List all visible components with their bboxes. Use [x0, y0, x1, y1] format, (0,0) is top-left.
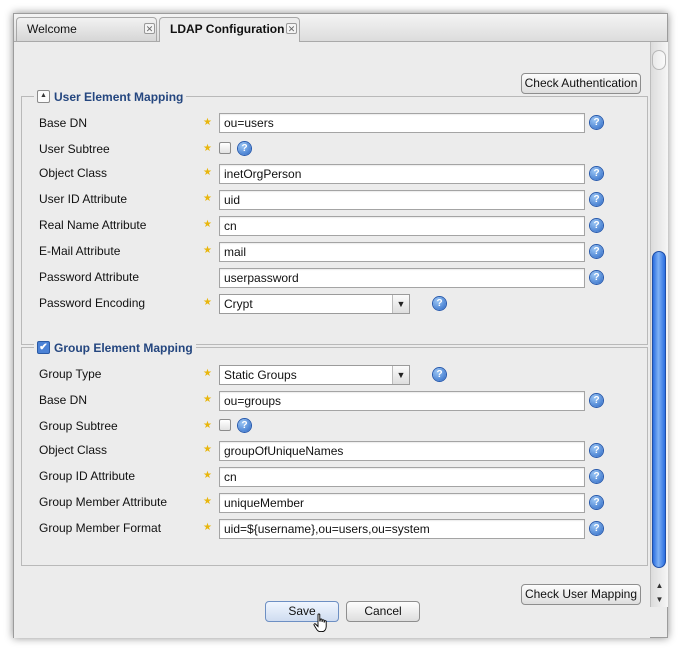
star-icon: ★: [203, 193, 212, 204]
group-base-dn-input[interactable]: ou=groups: [219, 391, 585, 411]
group-id-attribute-label: Group ID Attribute: [39, 469, 136, 483]
real-name-attribute-input[interactable]: cn: [219, 216, 585, 236]
help-icon[interactable]: ?: [433, 368, 446, 381]
star-icon: ★: [203, 245, 212, 256]
group-section-header: ✔ Group Element Mapping: [34, 340, 196, 356]
user-id-attribute-label: User ID Attribute: [39, 192, 128, 206]
tab-welcome-label: Welcome: [27, 22, 77, 36]
vertical-scrollbar[interactable]: ▲ ▼: [650, 42, 668, 607]
check-authentication-button[interactable]: Check Authentication: [521, 73, 641, 94]
help-icon[interactable]: ?: [590, 496, 603, 509]
group-type-value: Static Groups: [224, 368, 297, 382]
star-icon: ★: [203, 297, 212, 308]
base-dn-label: Base DN: [39, 116, 88, 130]
star-icon: ★: [203, 420, 212, 431]
scroll-up-arrow-icon[interactable]: ▲: [651, 579, 668, 592]
help-icon[interactable]: ?: [590, 116, 603, 129]
star-icon: ★: [203, 167, 212, 178]
tab-ldap-configuration-label: LDAP Configuration: [170, 22, 285, 36]
group-base-dn-label: Base DN: [39, 393, 88, 407]
user-object-class-input[interactable]: inetOrgPerson: [219, 164, 585, 184]
star-icon: ★: [203, 444, 212, 455]
star-icon: ★: [203, 470, 212, 481]
user-id-attribute-input[interactable]: uid: [219, 190, 585, 210]
group-member-format-input[interactable]: uid=${username},ou=users,ou=system: [219, 519, 585, 539]
help-icon[interactable]: ?: [590, 271, 603, 284]
group-subtree-label: Group Subtree: [39, 419, 118, 433]
group-member-attribute-label: Group Member Attribute: [39, 495, 168, 509]
real-name-attribute-label: Real Name Attribute: [39, 218, 147, 232]
group-object-class-input[interactable]: groupOfUniqueNames: [219, 441, 585, 461]
hand-cursor-icon: [313, 613, 327, 633]
help-icon[interactable]: ?: [590, 245, 603, 258]
group-member-attribute-input[interactable]: uniqueMember: [219, 493, 585, 513]
group-object-class-label: Object Class: [39, 443, 108, 457]
password-attribute-input[interactable]: userpassword: [219, 268, 585, 288]
group-element-mapping-section: ✔ Group Element Mapping Group Type ★ Stat…: [21, 340, 648, 566]
password-encoding-value: Crypt: [224, 297, 253, 311]
scroll-down-arrow-icon[interactable]: ▼: [651, 593, 668, 606]
scrollbar-top-cap: [652, 50, 666, 70]
close-icon[interactable]: ✕: [144, 23, 155, 34]
group-section-title: Group Element Mapping: [54, 341, 193, 355]
password-encoding-label: Password Encoding: [39, 296, 146, 310]
star-icon: ★: [203, 219, 212, 230]
help-icon[interactable]: ?: [590, 219, 603, 232]
help-icon[interactable]: ?: [590, 470, 603, 483]
chevron-down-icon[interactable]: ▼: [392, 295, 409, 313]
user-subtree-checkbox[interactable]: [219, 142, 231, 154]
group-type-label: Group Type: [39, 367, 102, 381]
star-icon: ★: [203, 368, 212, 379]
chevron-down-icon[interactable]: ▼: [392, 366, 409, 384]
help-icon[interactable]: ?: [590, 522, 603, 535]
user-section-title: User Element Mapping: [54, 90, 184, 104]
cancel-button[interactable]: Cancel: [346, 601, 420, 622]
user-base-dn-input[interactable]: ou=users: [219, 113, 585, 133]
star-icon: ★: [203, 496, 212, 507]
config-panel: Check Authentication ▲ User Element Mappi…: [14, 42, 650, 638]
group-member-format-label: Group Member Format: [39, 521, 162, 535]
user-subtree-label: User Subtree: [39, 142, 110, 156]
group-mapping-enabled-checkbox[interactable]: ✔: [37, 341, 50, 355]
collapse-up-icon[interactable]: ▲: [37, 90, 50, 104]
star-icon: ★: [203, 522, 212, 533]
star-icon: ★: [203, 143, 212, 154]
user-element-mapping-section: ▲ User Element Mapping Base DN ★ ou=users…: [21, 89, 648, 345]
help-icon[interactable]: ?: [590, 444, 603, 457]
help-icon[interactable]: ?: [590, 394, 603, 407]
email-attribute-label: E-Mail Attribute: [39, 244, 121, 258]
help-icon[interactable]: ?: [590, 167, 603, 180]
close-icon[interactable]: ✕: [286, 23, 297, 34]
tab-ldap-configuration[interactable]: LDAP Configuration ✕: [159, 17, 300, 42]
ldap-config-window: Welcome ✕ LDAP Configuration ✕ Check Aut…: [13, 13, 668, 638]
star-icon: ★: [203, 117, 212, 128]
help-icon[interactable]: ?: [590, 193, 603, 206]
tab-bar: Welcome ✕ LDAP Configuration ✕: [14, 14, 667, 42]
help-icon[interactable]: ?: [238, 419, 251, 432]
help-icon[interactable]: ?: [238, 142, 251, 155]
email-attribute-input[interactable]: mail: [219, 242, 585, 262]
group-id-attribute-input[interactable]: cn: [219, 467, 585, 487]
scrollbar-thumb[interactable]: [652, 251, 666, 568]
check-user-mapping-button[interactable]: Check User Mapping: [521, 584, 641, 605]
group-subtree-checkbox[interactable]: [219, 419, 231, 431]
tab-welcome[interactable]: Welcome ✕: [16, 17, 157, 41]
star-icon: ★: [203, 394, 212, 405]
group-type-select[interactable]: Static Groups ▼: [219, 365, 410, 385]
password-encoding-select[interactable]: Crypt ▼: [219, 294, 410, 314]
object-class-label: Object Class: [39, 166, 108, 180]
user-section-header: ▲ User Element Mapping: [34, 89, 187, 105]
help-icon[interactable]: ?: [433, 297, 446, 310]
password-attribute-label: Password Attribute: [39, 270, 140, 284]
